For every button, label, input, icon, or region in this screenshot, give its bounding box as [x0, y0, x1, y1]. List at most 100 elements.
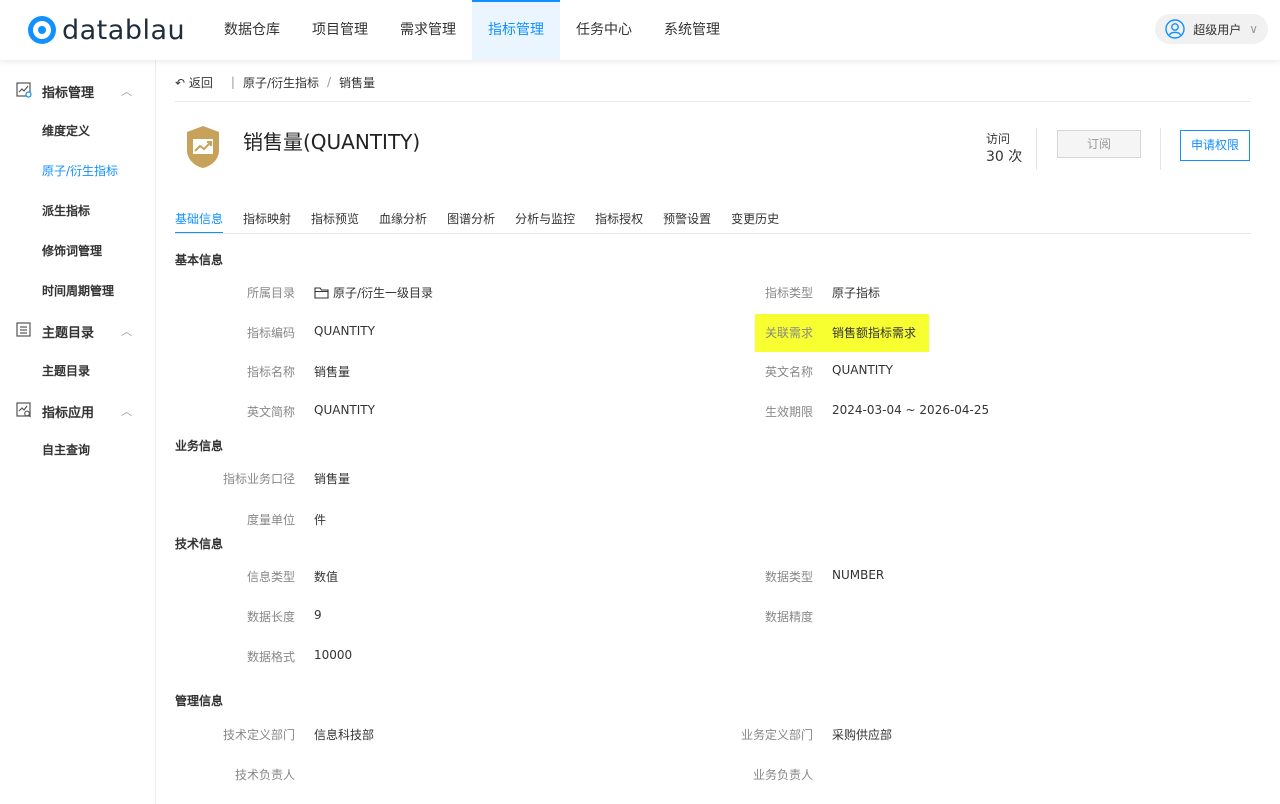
chevron-up-icon: ︿ [121, 405, 132, 418]
subscribe-button[interactable]: 订阅 [1057, 130, 1141, 158]
nav-item-data-warehouse[interactable]: 数据仓库 [208, 0, 296, 60]
datablau-logo[interactable]: datablau [28, 14, 185, 46]
chart-doc-icon [16, 82, 32, 98]
metric-type-value: 原子指标 [832, 286, 881, 300]
back-arrow-icon: ↶ [175, 75, 186, 90]
chevron-down-icon: ∨ [1249, 22, 1258, 36]
english-abbr-value: QUANTITY [314, 403, 375, 417]
visit-count-value: 30 次 [986, 149, 1023, 165]
data-length-value: 9 [314, 608, 322, 622]
field-label: 度量单位 [246, 513, 295, 527]
field-label: 数据类型 [764, 570, 813, 584]
tab-change-history[interactable]: 变更历史 [731, 210, 779, 234]
divider [1160, 128, 1161, 170]
main-nav: 数据仓库 项目管理 需求管理 指标管理 任务中心 系统管理 [208, 0, 736, 60]
divider [175, 101, 1251, 102]
back-label: 返回 [188, 75, 213, 90]
sidebar-group-metric-management[interactable]: 指标管理 ︿ [0, 70, 156, 110]
breadcrumb-link-atomic-derived[interactable]: 原子/衍生指标 [243, 74, 319, 91]
metric-name-value: 销售量 [314, 365, 351, 379]
nav-item-task-center[interactable]: 任务中心 [560, 0, 648, 60]
data-format-value: 10000 [314, 648, 353, 662]
top-navbar: datablau 数据仓库 项目管理 需求管理 指标管理 任务中心 系统管理 超… [0, 0, 1280, 60]
sidebar-group-topic-catalog[interactable]: 主题目录 ︿ [0, 310, 156, 350]
tab-basic-info[interactable]: 基础信息 [175, 210, 224, 234]
field-label: 指标类型 [764, 286, 813, 300]
tab-alert-settings[interactable]: 预警设置 [663, 210, 711, 234]
field-label: 指标名称 [246, 365, 295, 379]
section-tech-info: 技术信息 [175, 537, 224, 551]
related-requirement-link[interactable]: 销售额指标需求 [832, 324, 916, 341]
field-label: 技术定义部门 [222, 728, 295, 742]
metric-code-value: QUANTITY [314, 324, 375, 338]
field-label: 关联需求 [764, 326, 813, 340]
user-menu[interactable]: 超级用户 ∨ [1155, 14, 1268, 44]
back-button[interactable]: ↶ 返回 [175, 74, 213, 91]
nav-item-metric-management[interactable]: 指标管理 [472, 0, 560, 60]
tab-metric-authorization[interactable]: 指标授权 [595, 210, 643, 234]
nav-item-requirement-management[interactable]: 需求管理 [384, 0, 472, 60]
field-label: 信息类型 [246, 570, 295, 584]
tab-metric-mapping[interactable]: 指标映射 [243, 210, 291, 234]
divider [1036, 128, 1037, 170]
sidebar-group-label: 指标管理 [42, 86, 95, 101]
visit-count: 访问 30 次 [986, 132, 1022, 166]
user-avatar-icon [1165, 19, 1185, 39]
field-label: 生效期限 [764, 405, 813, 419]
chevron-up-icon: ︿ [121, 85, 132, 98]
data-type-value: NUMBER [832, 568, 885, 582]
chart-search-icon [16, 402, 31, 418]
field-label: 所属目录 [246, 286, 295, 300]
field-label: 数据精度 [764, 610, 813, 624]
business-caliber-value: 销售量 [314, 472, 351, 486]
visit-label: 访问 [986, 132, 1011, 146]
section-business-info: 业务信息 [175, 439, 224, 453]
field-label: 指标业务口径 [222, 472, 295, 486]
measure-unit-value: 件 [314, 513, 327, 527]
field-label: 数据格式 [246, 650, 295, 664]
metric-shield-icon [187, 126, 219, 168]
apply-permission-button[interactable]: 申请权限 [1180, 130, 1250, 161]
breadcrumb: ↶ 返回 | 原子/衍生指标 / 销售量 [175, 74, 375, 90]
sidebar-item-modifier-management[interactable]: 修饰词管理 [42, 242, 102, 259]
main-content: ↶ 返回 | 原子/衍生指标 / 销售量 销售量(QUANTITY) 访问 30… [175, 60, 1251, 804]
sidebar-group-metric-application[interactable]: 指标应用 ︿ [0, 390, 156, 430]
breadcrumb-current: 销售量 [339, 75, 376, 90]
logo-mark-icon [28, 16, 56, 44]
user-name: 超级用户 [1193, 22, 1242, 37]
folder-icon [314, 287, 329, 299]
catalog-value[interactable]: 原子/衍生一级目录 [314, 284, 433, 301]
field-label: 业务负责人 [752, 768, 813, 782]
sidebar-group-label: 指标应用 [42, 406, 95, 421]
section-management-info: 管理信息 [175, 694, 224, 708]
breadcrumb-path-separator: / [327, 75, 332, 89]
sidebar-item-atomic-derived-metric[interactable]: 原子/衍生指标 [42, 162, 118, 179]
page-title: 销售量(QUANTITY) [243, 130, 421, 154]
sidebar-item-self-service-query[interactable]: 自主查询 [42, 441, 90, 458]
english-name-value: QUANTITY [832, 363, 893, 377]
nav-item-project-management[interactable]: 项目管理 [296, 0, 384, 60]
tab-analysis-monitoring[interactable]: 分析与监控 [515, 210, 575, 234]
divider [175, 233, 1251, 234]
field-label: 英文简称 [246, 405, 295, 419]
field-label: 英文名称 [764, 365, 813, 379]
catalog-value-text: 原子/衍生一级目录 [333, 286, 434, 300]
list-icon [16, 322, 31, 337]
sidebar-item-time-period-management[interactable]: 时间周期管理 [42, 282, 114, 299]
logo-text: datablau [62, 14, 186, 46]
info-type-value: 数值 [314, 570, 339, 584]
validity-period-value: 2024-03-04 ~ 2026-04-25 [832, 403, 990, 417]
sidebar: 指标管理 ︿ 维度定义 原子/衍生指标 派生指标 修饰词管理 时间周期管理 主题… [0, 60, 156, 804]
sidebar-item-topic-catalog[interactable]: 主题目录 [42, 362, 90, 379]
tab-graph-analysis[interactable]: 图谱分析 [447, 210, 495, 234]
tab-lineage-analysis[interactable]: 血缘分析 [379, 210, 427, 234]
sidebar-item-dimension-definition[interactable]: 维度定义 [42, 122, 90, 139]
nav-item-system-management[interactable]: 系统管理 [648, 0, 736, 60]
field-label: 技术负责人 [234, 768, 295, 782]
section-basic-info: 基本信息 [175, 253, 224, 267]
field-label: 指标编码 [246, 326, 295, 340]
breadcrumb-separator: | [230, 75, 235, 89]
tab-metric-preview[interactable]: 指标预览 [311, 210, 359, 234]
field-label: 数据长度 [246, 610, 295, 624]
sidebar-item-derived-metric[interactable]: 派生指标 [42, 202, 90, 219]
